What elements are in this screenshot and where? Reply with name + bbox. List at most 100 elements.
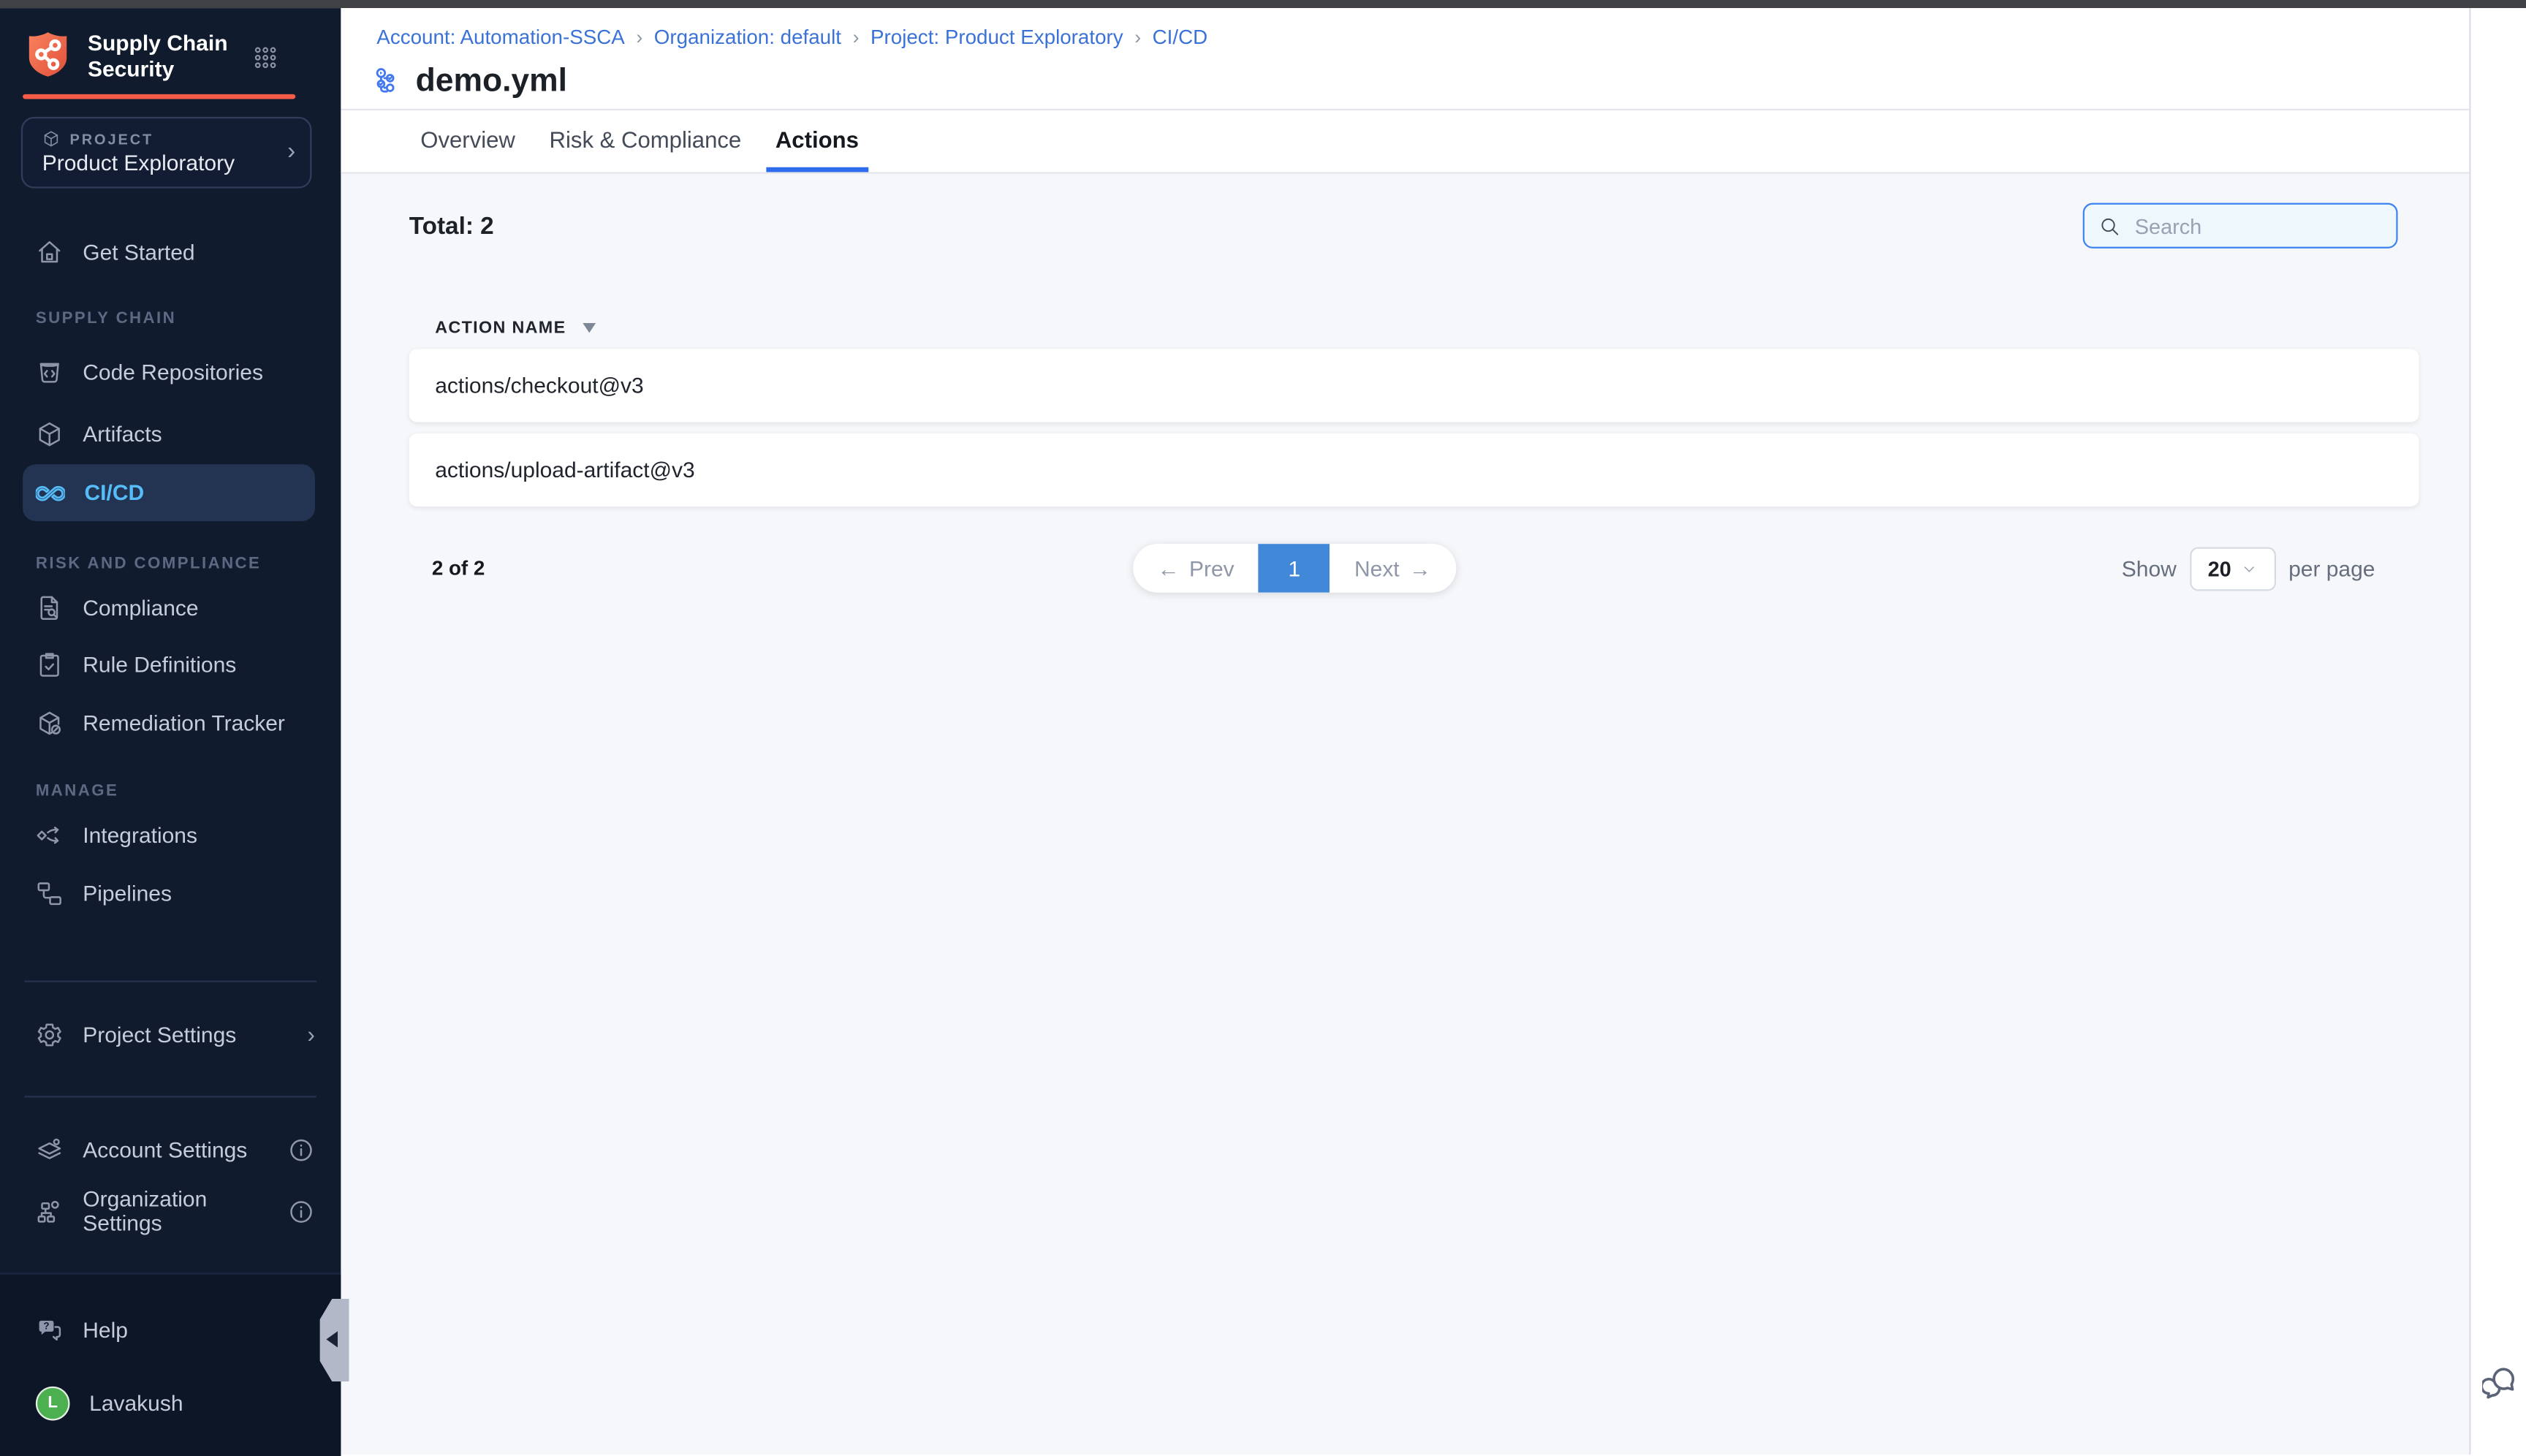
pipelines-icon [36,879,64,907]
box-tag-icon [36,709,64,737]
sidebar-item-help[interactable]: ? Help [23,1307,315,1352]
sidebar-item-label: Compliance [83,595,198,619]
cube-icon [36,420,64,447]
sort-caret-icon[interactable] [583,323,596,333]
page-size-control: Show 20 per page [2122,545,2375,591]
code-repository-icon [36,358,64,386]
chat-bubbles-icon[interactable] [2482,1364,2519,1401]
per-page-label: per page [2288,556,2375,580]
search-input[interactable] [2131,212,2381,240]
project-label: PROJECT [70,131,154,147]
sidebar-item-pipelines[interactable]: Pipelines [23,871,315,916]
section-label-manage: MANAGE [36,783,118,800]
total-count: Total: 2 [409,212,494,240]
infinity-icon [36,478,65,507]
table-row[interactable]: actions/upload-artifact@v3 [409,433,2419,507]
prev-label: Prev [1189,556,1234,580]
sidebar-item-code-repositories[interactable]: Code Repositories [23,349,315,395]
user-profile[interactable]: L Lavakush [23,1381,315,1424]
sidebar-item-rule-definitions[interactable]: Rule Definitions [23,641,315,686]
sidebar-item-artifacts[interactable]: Artifacts [23,411,315,456]
svg-text:?: ? [43,1320,49,1331]
sidebar-item-label: CI/CD [84,480,144,504]
toolbar: Total: 2 [409,203,2419,249]
sidebar-item-label: Account Settings [83,1137,247,1161]
sidebar-item-label: Rule Definitions [83,652,236,676]
collapse-arrow-icon [326,1331,338,1347]
help-chat-icon: ? [36,1316,64,1343]
sidebar-item-label: Remediation Tracker [83,710,285,735]
home-icon [36,238,64,265]
section-label-risk-compliance: RISK AND COMPLIANCE [36,556,261,573]
page-size-select[interactable]: 20 [2190,546,2276,590]
sidebar-item-label: Integrations [83,822,197,846]
sidebar-item-label: Artifacts [83,421,162,445]
sidebar-item-label: Help [83,1317,128,1341]
sidebar-item-remediation-tracker[interactable]: Remediation Tracker [23,699,315,745]
page-number-button[interactable]: 1 [1259,544,1330,593]
info-icon[interactable] [287,1197,315,1225]
user-name: Lavakush [89,1390,183,1414]
tab-actions[interactable]: Actions [766,110,869,172]
tab-risk-compliance[interactable]: Risk & Compliance [539,110,751,172]
brand-logo-row[interactable]: Supply Chain Security [23,29,227,83]
breadcrumb-cicd[interactable]: CI/CD [1153,26,1208,49]
chevron-right-icon: › [308,1021,315,1047]
search-box[interactable] [2083,203,2398,249]
title-row: demo.yml [373,64,567,101]
integrations-icon [36,821,64,849]
sidebar-item-get-started[interactable]: Get Started [23,229,315,274]
breadcrumb-separator-icon: › [636,26,642,49]
breadcrumb: Account: Automation-SSCA › Organization:… [376,26,1207,49]
brand-divider [23,94,295,99]
sidebar-item-account-settings[interactable]: Account Settings [23,1126,315,1172]
document-search-icon [36,594,64,621]
sidebar-item-label: Code Repositories [83,360,263,384]
supply-chain-shield-icon [23,29,73,80]
sidebar-item-compliance[interactable]: Compliance [23,585,315,630]
chevron-right-icon: › [287,138,295,166]
chevron-down-icon [2242,561,2257,575]
tab-bar: Overview Risk & Compliance Actions [341,110,2469,174]
breadcrumb-organization[interactable]: Organization: default [654,26,841,49]
right-rail [2469,8,2526,1455]
breadcrumb-separator-icon: › [1134,26,1141,49]
layers-gear-icon [36,1136,64,1164]
section-label-supply-chain: SUPPLY CHAIN [36,310,176,327]
app-grid-icon[interactable] [253,45,277,69]
org-hierarchy-gear-icon [36,1197,64,1225]
sidebar-item-label: Project Settings [83,1022,236,1046]
arrow-right-icon: → [1409,556,1431,580]
column-action-name: ACTION NAME [435,318,566,338]
breadcrumb-separator-icon: › [853,26,860,49]
sidebar-item-project-settings[interactable]: Project Settings › [23,1012,315,1057]
project-cube-icon [42,130,60,148]
sidebar-divider [24,1096,316,1097]
browser-chrome-strip [0,0,2526,8]
pagination-summary: 2 of 2 [432,557,485,580]
breadcrumb-account[interactable]: Account: Automation-SSCA [376,26,625,49]
sidebar-item-cicd[interactable]: CI/CD [23,464,315,521]
table-column-header: ACTION NAME [409,318,2419,338]
prev-page-button[interactable]: ← Prev [1133,544,1259,593]
main-area: Account: Automation-SSCA › Organization:… [341,8,2469,1455]
sidebar-item-label: Get Started [83,240,194,264]
actions-content: Total: 2 ACTION NAME actions/checkout@v3… [341,174,2469,1455]
project-selector[interactable]: PROJECT Product Exploratory › [21,117,312,189]
sidebar-item-organization-settings[interactable]: Organization Settings [23,1188,315,1234]
table-row[interactable]: actions/checkout@v3 [409,349,2419,422]
avatar: L [36,1386,70,1420]
sidebar-item-integrations[interactable]: Integrations [23,812,315,857]
info-icon[interactable] [287,1136,315,1164]
arrow-left-icon: ← [1158,556,1180,580]
sidebar-bottom-section: ? Help L Lavakush [0,1273,341,1456]
breadcrumb-project[interactable]: Project: Product Exploratory [871,26,1123,49]
sidebar-item-label: Pipelines [83,881,172,905]
next-page-button[interactable]: Next → [1330,544,1456,593]
clipboard-check-icon [36,651,64,678]
pagination: ← Prev 1 Next → [1133,544,1455,593]
search-icon [2099,215,2120,236]
page-title: demo.yml [416,64,567,101]
tab-overview[interactable]: Overview [411,110,525,172]
brand-title: Supply Chain Security [88,31,228,83]
